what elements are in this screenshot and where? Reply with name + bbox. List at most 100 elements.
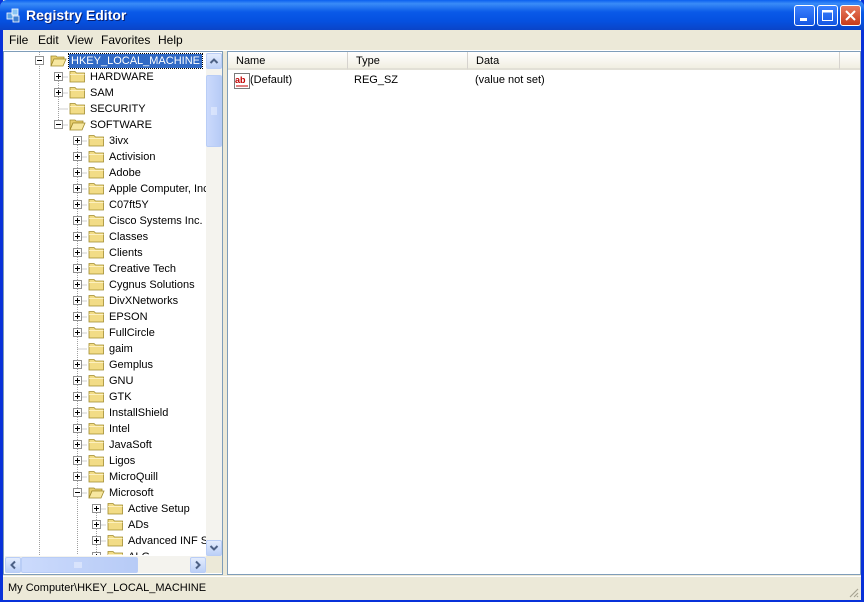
menu-edit[interactable]: Edit bbox=[38, 33, 59, 47]
tree-node[interactable]: Intel bbox=[4, 421, 206, 437]
tree-node[interactable]: GTK bbox=[4, 389, 206, 405]
tree-node[interactable]: InstallShield bbox=[4, 405, 206, 421]
scroll-right-button[interactable] bbox=[190, 557, 206, 573]
expand-plus-icon[interactable] bbox=[54, 88, 63, 97]
expand-plus-icon[interactable] bbox=[73, 264, 82, 273]
column-header-data[interactable]: Data bbox=[468, 52, 840, 70]
tree-node[interactable]: Ligos bbox=[4, 453, 206, 469]
tree-node[interactable]: Microsoft bbox=[4, 485, 206, 501]
tree-node[interactable]: Advanced INF Setup bbox=[4, 533, 206, 549]
expand-plus-icon[interactable] bbox=[73, 200, 82, 209]
tree-node[interactable]: Gemplus bbox=[4, 357, 206, 373]
tree-node[interactable]: GNU bbox=[4, 373, 206, 389]
tree-vertical-scrollbar[interactable] bbox=[206, 53, 222, 556]
expand-plus-icon[interactable] bbox=[73, 136, 82, 145]
folder-icon bbox=[88, 471, 104, 483]
expand-plus-icon[interactable] bbox=[73, 328, 82, 337]
tree-node[interactable]: Creative Tech bbox=[4, 261, 206, 277]
tree-node[interactable]: SOFTWARE bbox=[4, 117, 206, 133]
expand-plus-icon[interactable] bbox=[73, 168, 82, 177]
expand-plus-icon[interactable] bbox=[73, 472, 82, 481]
tree-node-label: InstallShield bbox=[109, 407, 169, 419]
tree-node-label: GNU bbox=[109, 375, 134, 387]
maximize-button[interactable] bbox=[817, 5, 838, 26]
horizontal-scroll-thumb[interactable] bbox=[21, 557, 138, 573]
expand-plus-icon[interactable] bbox=[73, 232, 82, 241]
scroll-down-button[interactable] bbox=[206, 540, 222, 556]
vertical-scroll-thumb[interactable] bbox=[206, 75, 222, 147]
scroll-up-button[interactable] bbox=[206, 53, 222, 69]
collapse-minus-icon[interactable] bbox=[73, 488, 82, 497]
expand-plus-icon[interactable] bbox=[73, 392, 82, 401]
window-title: Registry Editor bbox=[26, 7, 127, 23]
expand-plus-icon[interactable] bbox=[73, 280, 82, 289]
string-value-icon: ab bbox=[234, 73, 250, 89]
expand-plus-icon[interactable] bbox=[73, 360, 82, 369]
title-bar[interactable]: Registry Editor bbox=[0, 0, 864, 30]
tree-node-label: Cisco Systems Inc. bbox=[109, 215, 203, 227]
folder-icon bbox=[69, 103, 85, 115]
registry-key-tree[interactable]: HKEY_LOCAL_MACHINE HARDWARE SAM SECURITY SOF… bbox=[3, 51, 223, 575]
tree-node[interactable]: JavaSoft bbox=[4, 437, 206, 453]
close-button[interactable] bbox=[840, 5, 861, 26]
tree-node[interactable]: Classes bbox=[4, 229, 206, 245]
tree-node-label: Clients bbox=[109, 247, 143, 259]
tree-node[interactable]: HARDWARE bbox=[4, 69, 206, 85]
tree-node[interactable]: Cisco Systems Inc. bbox=[4, 213, 206, 229]
collapse-minus-icon[interactable] bbox=[35, 56, 44, 65]
menu-view[interactable]: View bbox=[67, 33, 93, 47]
tree-node[interactable]: HKEY_LOCAL_MACHINE bbox=[4, 53, 206, 69]
resize-grip-icon[interactable] bbox=[847, 586, 859, 598]
expand-plus-icon[interactable] bbox=[73, 376, 82, 385]
expand-plus-icon[interactable] bbox=[73, 152, 82, 161]
tree-node[interactable]: C07ft5Y bbox=[4, 197, 206, 213]
menu-favorites[interactable]: Favorites bbox=[101, 33, 150, 47]
tree-node-label: Adobe bbox=[109, 167, 141, 179]
expand-plus-icon[interactable] bbox=[92, 552, 101, 555]
expand-plus-icon[interactable] bbox=[73, 408, 82, 417]
expand-plus-icon[interactable] bbox=[73, 456, 82, 465]
tree-node[interactable]: Adobe bbox=[4, 165, 206, 181]
scroll-left-button[interactable] bbox=[5, 557, 21, 573]
tree-node-label: Advanced INF Setup bbox=[128, 535, 206, 547]
tree-node[interactable]: EPSON bbox=[4, 309, 206, 325]
tree-node[interactable]: gaim bbox=[4, 341, 206, 357]
folder-icon bbox=[88, 151, 104, 163]
tree-node[interactable]: ADs bbox=[4, 517, 206, 533]
folder-icon bbox=[88, 183, 104, 195]
column-header-type[interactable]: Type bbox=[348, 52, 468, 70]
tree-node[interactable]: FullCircle bbox=[4, 325, 206, 341]
minimize-button[interactable] bbox=[794, 5, 815, 26]
tree-node[interactable]: SAM bbox=[4, 85, 206, 101]
expand-plus-icon[interactable] bbox=[73, 184, 82, 193]
expand-plus-icon[interactable] bbox=[73, 216, 82, 225]
tree-horizontal-scrollbar[interactable] bbox=[5, 556, 206, 573]
expand-plus-icon[interactable] bbox=[73, 312, 82, 321]
expand-plus-icon[interactable] bbox=[54, 72, 63, 81]
menu-file[interactable]: File bbox=[9, 33, 28, 47]
tree-node[interactable]: DivXNetworks bbox=[4, 293, 206, 309]
tree-node-label: Gemplus bbox=[109, 359, 154, 371]
column-data-label: Data bbox=[476, 55, 500, 67]
expand-plus-icon[interactable] bbox=[73, 248, 82, 257]
expand-plus-icon[interactable] bbox=[92, 536, 101, 545]
tree-node[interactable]: 3ivx bbox=[4, 133, 206, 149]
tree-node[interactable]: Clients bbox=[4, 245, 206, 261]
expand-plus-icon[interactable] bbox=[73, 296, 82, 305]
registry-values-list[interactable]: Name Type Data ab (Default) REG_SZ (valu… bbox=[227, 51, 861, 575]
expand-plus-icon[interactable] bbox=[73, 440, 82, 449]
column-header-name[interactable]: Name bbox=[228, 52, 348, 70]
expand-plus-icon[interactable] bbox=[92, 504, 101, 513]
collapse-minus-icon[interactable] bbox=[54, 120, 63, 129]
folder-icon bbox=[88, 199, 104, 211]
tree-node[interactable]: Active Setup bbox=[4, 501, 206, 517]
menu-help[interactable]: Help bbox=[158, 33, 183, 47]
tree-node[interactable]: MicroQuill bbox=[4, 469, 206, 485]
expand-plus-icon[interactable] bbox=[73, 424, 82, 433]
tree-node[interactable]: Apple Computer, Inc. bbox=[4, 181, 206, 197]
tree-node[interactable]: ALG bbox=[4, 549, 206, 555]
tree-node[interactable]: SECURITY bbox=[4, 101, 206, 117]
tree-node[interactable]: Cygnus Solutions bbox=[4, 277, 206, 293]
tree-node[interactable]: Activision bbox=[4, 149, 206, 165]
expand-plus-icon[interactable] bbox=[92, 520, 101, 529]
